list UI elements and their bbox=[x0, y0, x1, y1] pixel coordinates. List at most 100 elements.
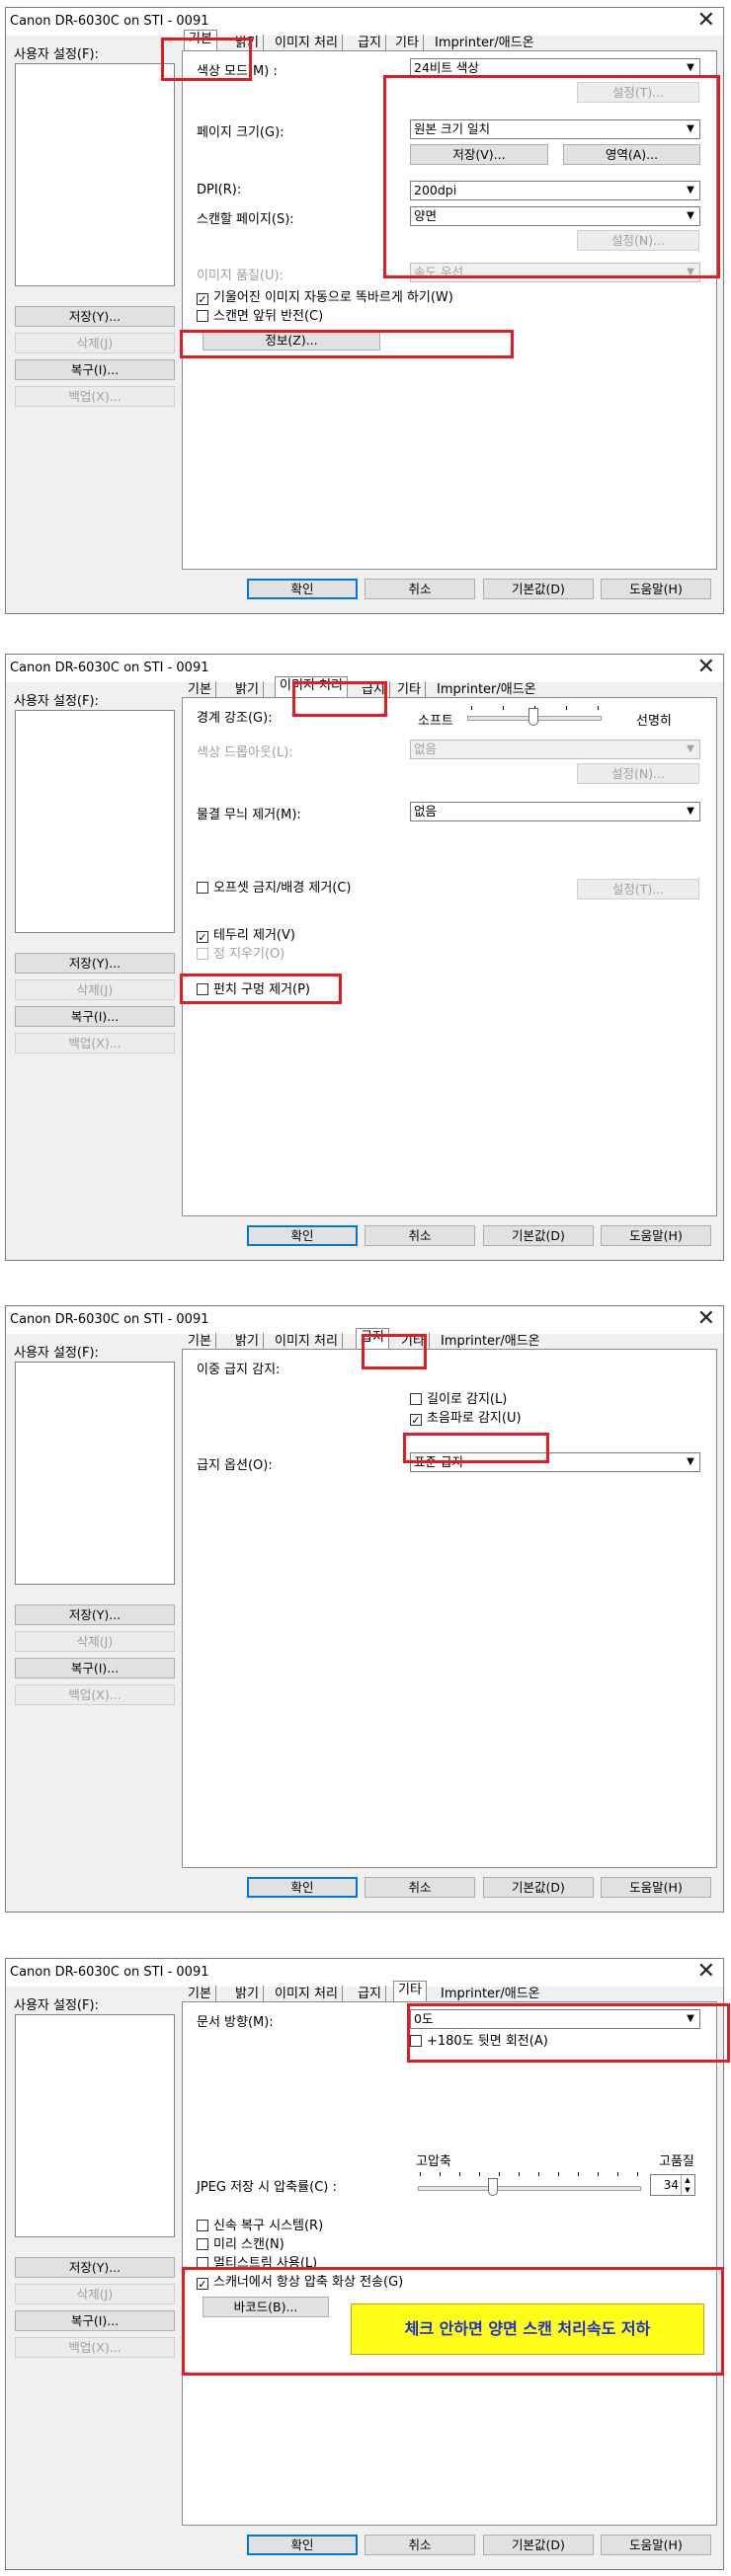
backup-settings-button[interactable]: 백업(X)... bbox=[15, 1684, 175, 1705]
backup-settings-button[interactable]: 백업(X)... bbox=[15, 386, 175, 407]
restore-settings-button[interactable]: 복구(I)... bbox=[15, 359, 175, 380]
tab-panel-image-processing: 경계 강조(G): 소프트 선명히 색상 드롭아웃(L): 없음 ▼ 설정(N)… bbox=[182, 697, 717, 1216]
delete-settings-button[interactable]: 삭제(J) bbox=[15, 2284, 175, 2304]
cancel-button[interactable]: 취소 bbox=[365, 1877, 475, 1898]
save-settings-button[interactable]: 저장(Y)... bbox=[15, 306, 175, 327]
window-title: Canon DR-6030C on STI - 0091 bbox=[10, 1312, 209, 1327]
user-settings-list[interactable] bbox=[15, 63, 175, 286]
window-title: Canon DR-6030C on STI - 0091 bbox=[10, 661, 209, 675]
offset-settings-button[interactable]: 설정(T)... bbox=[577, 879, 699, 899]
close-icon[interactable]: ✕ bbox=[697, 656, 715, 679]
high-compression-label: 고압축 bbox=[416, 2154, 451, 2169]
tab-image-processing[interactable]: 이미지 처리 bbox=[271, 35, 343, 51]
edge-emphasis-slider[interactable] bbox=[465, 704, 604, 734]
slider-tick bbox=[519, 2172, 520, 2176]
fill-checkbox[interactable]: 정 지우기(O) bbox=[197, 947, 284, 963]
image-quality-label: 이미지 품질(U): bbox=[197, 269, 284, 283]
highlight-ultrasonic bbox=[403, 1433, 549, 1463]
spinner-arrows-icon[interactable]: ▲ ▼ bbox=[681, 2175, 693, 2195]
tab-image-processing[interactable]: 이미지 처리 bbox=[271, 1333, 343, 1350]
ultrasonic-detect-checkbox[interactable]: ✓ 초음파로 감지(U) bbox=[410, 1411, 522, 1427]
checkbox-unchecked-icon bbox=[197, 882, 208, 894]
help-button[interactable]: 도움말(H) bbox=[601, 579, 711, 599]
ok-button[interactable]: 확인 bbox=[247, 1225, 358, 1246]
cancel-button[interactable]: 취소 bbox=[365, 1225, 475, 1246]
prescan-label: 미리 스캔(N) bbox=[213, 2237, 284, 2252]
invert-sides-checkbox[interactable]: 스캔면 앞뒤 반전(C) bbox=[197, 309, 323, 325]
ok-button[interactable]: 확인 bbox=[247, 2535, 358, 2555]
help-button[interactable]: 도움말(H) bbox=[601, 2535, 711, 2555]
tab-basic[interactable]: 기본 bbox=[184, 1986, 216, 2002]
close-icon[interactable]: ✕ bbox=[697, 1307, 715, 1331]
border-removal-checkbox[interactable]: ✓ 테두리 제거(V) bbox=[197, 928, 295, 944]
tab-feed[interactable]: 급지 bbox=[354, 35, 386, 51]
dialog-image-processing: Canon DR-6030C on STI - 0091 ✕ 사용자 설정(F)… bbox=[5, 654, 724, 1261]
restore-settings-button[interactable]: 복구(I)... bbox=[15, 2310, 175, 2331]
window-title: Canon DR-6030C on STI - 0091 bbox=[10, 14, 209, 29]
help-button[interactable]: 도움말(H) bbox=[601, 1877, 711, 1898]
tab-basic[interactable]: 기본 bbox=[184, 681, 216, 698]
orientation-label: 문서 방향(M): bbox=[197, 2015, 274, 2030]
prescan-checkbox[interactable]: 미리 스캔(N) bbox=[197, 2237, 284, 2253]
cancel-button[interactable]: 취소 bbox=[365, 579, 475, 599]
jpeg-value-spinner[interactable]: 34 ▲ ▼ bbox=[650, 2174, 695, 2196]
tab-other[interactable]: 기타 bbox=[391, 35, 424, 51]
delete-settings-button[interactable]: 삭제(J) bbox=[15, 1631, 175, 1652]
user-settings-list[interactable] bbox=[15, 2014, 175, 2237]
checkbox-checked-icon: ✓ bbox=[410, 1414, 422, 1427]
user-settings-list[interactable] bbox=[15, 1362, 175, 1585]
ok-button[interactable]: 확인 bbox=[247, 579, 358, 599]
restore-settings-button[interactable]: 복구(I)... bbox=[15, 1006, 175, 1027]
color-dropout-select[interactable]: 없음 ▼ bbox=[410, 740, 700, 759]
checkbox-checked-icon: ✓ bbox=[197, 931, 208, 944]
save-settings-button[interactable]: 저장(Y)... bbox=[15, 953, 175, 974]
ok-button[interactable]: 확인 bbox=[247, 1877, 358, 1898]
tab-other[interactable]: 기타 bbox=[393, 681, 426, 698]
help-button[interactable]: 도움말(H) bbox=[601, 1225, 711, 1246]
user-settings-list[interactable] bbox=[15, 710, 175, 933]
tab-brightness[interactable]: 밝기 bbox=[231, 1986, 264, 2002]
close-icon[interactable]: ✕ bbox=[697, 1960, 715, 1984]
dropout-settings-button[interactable]: 설정(N)... bbox=[577, 763, 699, 784]
tab-image-processing[interactable]: 이미지 처리 bbox=[271, 1986, 343, 2002]
rapid-recovery-checkbox[interactable]: 신속 복구 시스템(R) bbox=[197, 2219, 323, 2234]
defaults-button[interactable]: 기본값(D) bbox=[483, 2535, 594, 2555]
rapid-recovery-label: 신속 복구 시스템(R) bbox=[213, 2219, 324, 2233]
tab-brightness[interactable]: 밝기 bbox=[231, 1333, 264, 1350]
length-detect-checkbox[interactable]: 길이로 감지(L) bbox=[410, 1392, 507, 1408]
tab-feed[interactable]: 급지 bbox=[354, 1986, 386, 2002]
tab-brightness[interactable]: 밝기 bbox=[231, 681, 264, 698]
tab-imprinter[interactable]: Imprinter/애드온 bbox=[431, 35, 538, 51]
chevron-down-icon: ▼ bbox=[687, 1456, 694, 1467]
window-title: Canon DR-6030C on STI - 0091 bbox=[10, 1965, 209, 1980]
slider-thumb[interactable] bbox=[488, 2178, 498, 2196]
jpeg-compression-slider[interactable] bbox=[416, 2170, 643, 2200]
checkbox-unchecked-icon bbox=[197, 2238, 208, 2250]
checkbox-checked-icon: ✓ bbox=[197, 293, 208, 306]
close-icon[interactable]: ✕ bbox=[697, 9, 715, 33]
backup-settings-button[interactable]: 백업(X)... bbox=[15, 1033, 175, 1054]
tab-imprinter[interactable]: Imprinter/애드온 bbox=[433, 681, 540, 698]
delete-settings-button[interactable]: 삭제(J) bbox=[15, 979, 175, 1000]
offset-checkbox[interactable]: 오프셋 금지/배경 제거(C) bbox=[197, 881, 352, 897]
deskew-checkbox[interactable]: ✓ 기울어진 이미지 자동으로 똑바르게 하기(W) bbox=[197, 290, 453, 306]
tab-other[interactable]: 기타 bbox=[393, 1981, 427, 2003]
highlight-tab-feed bbox=[362, 1334, 427, 1369]
moire-select[interactable]: 없음 ▼ bbox=[410, 802, 700, 821]
tab-basic[interactable]: 기본 bbox=[184, 1333, 216, 1350]
tab-imprinter[interactable]: Imprinter/애드온 bbox=[437, 1333, 544, 1350]
chevron-down-icon: ▼ bbox=[687, 743, 694, 754]
save-settings-button[interactable]: 저장(Y)... bbox=[15, 2257, 175, 2278]
backup-settings-button[interactable]: 백업(X)... bbox=[15, 2337, 175, 2358]
defaults-button[interactable]: 기본값(D) bbox=[483, 1225, 594, 1246]
slider-thumb[interactable] bbox=[528, 708, 538, 726]
cancel-button[interactable]: 취소 bbox=[365, 2535, 475, 2555]
save-settings-button[interactable]: 저장(Y)... bbox=[15, 1604, 175, 1625]
restore-settings-button[interactable]: 복구(I)... bbox=[15, 1658, 175, 1678]
slider-track bbox=[418, 2186, 641, 2191]
defaults-button[interactable]: 기본값(D) bbox=[483, 1877, 594, 1898]
defaults-button[interactable]: 기본값(D) bbox=[483, 579, 594, 599]
soft-label: 소프트 bbox=[418, 714, 453, 729]
tab-imprinter[interactable]: Imprinter/애드온 bbox=[437, 1986, 544, 2002]
delete-settings-button[interactable]: 삭제(J) bbox=[15, 333, 175, 353]
